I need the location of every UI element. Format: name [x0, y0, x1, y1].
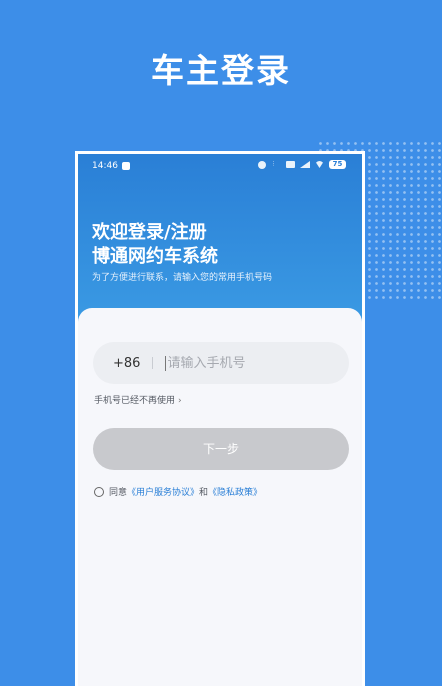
wifi-icon [315, 161, 324, 168]
header-banner: 14:46 ⋮ 75 欢迎登录/注册 博通网约车系统 为了方便进行联系，请输入您… [78, 154, 362, 330]
help-link-label: 手机号已经不再使用 [94, 396, 176, 406]
status-icons: ⋮ 75 [258, 160, 346, 169]
agree-and: 和 [199, 488, 209, 498]
agree-prefix: 同意 [109, 488, 128, 498]
app-name: 博通网约车系统 [92, 246, 218, 267]
network-speed-icon: ⋮ [271, 161, 276, 167]
country-code[interactable]: +86 [113, 356, 140, 371]
alarm-icon [258, 160, 266, 169]
text-cursor [165, 355, 167, 371]
promo-title: 车主登录 [151, 51, 291, 90]
status-bar: 14:46 ⋮ 75 [78, 154, 362, 178]
agree-radio-button[interactable] [94, 486, 104, 497]
phone-screen: 14:46 ⋮ 75 欢迎登录/注册 博通网约车系统 为了方便进行联系，请输入您… [75, 151, 365, 686]
number-no-longer-used-link[interactable]: 手机号已经不再使用 › [94, 393, 182, 406]
input-divider [152, 357, 154, 369]
signal-icon [300, 161, 310, 168]
phone-number-input[interactable] [167, 355, 338, 371]
phone-input-group[interactable]: +86 [93, 342, 349, 384]
welcome-subtitle: 为了方便进行联系，请输入您的常用手机号码 [92, 273, 273, 283]
status-time: 14:46 [92, 161, 118, 171]
welcome-title: 欢迎登录/注册 [92, 222, 207, 243]
user-agreement-link[interactable]: 《用户服务协议》 [127, 485, 199, 498]
privacy-policy-link[interactable]: 《隐私政策》 [208, 485, 262, 498]
battery-icon: 75 [329, 160, 346, 169]
notification-icon [122, 162, 130, 170]
next-step-button[interactable]: 下一步 [93, 428, 349, 470]
hd-icon [286, 161, 295, 168]
chevron-right-icon: › [178, 396, 182, 406]
agreement-row: 同意 《用户服务协议》 和 《隐私政策》 [94, 485, 262, 498]
